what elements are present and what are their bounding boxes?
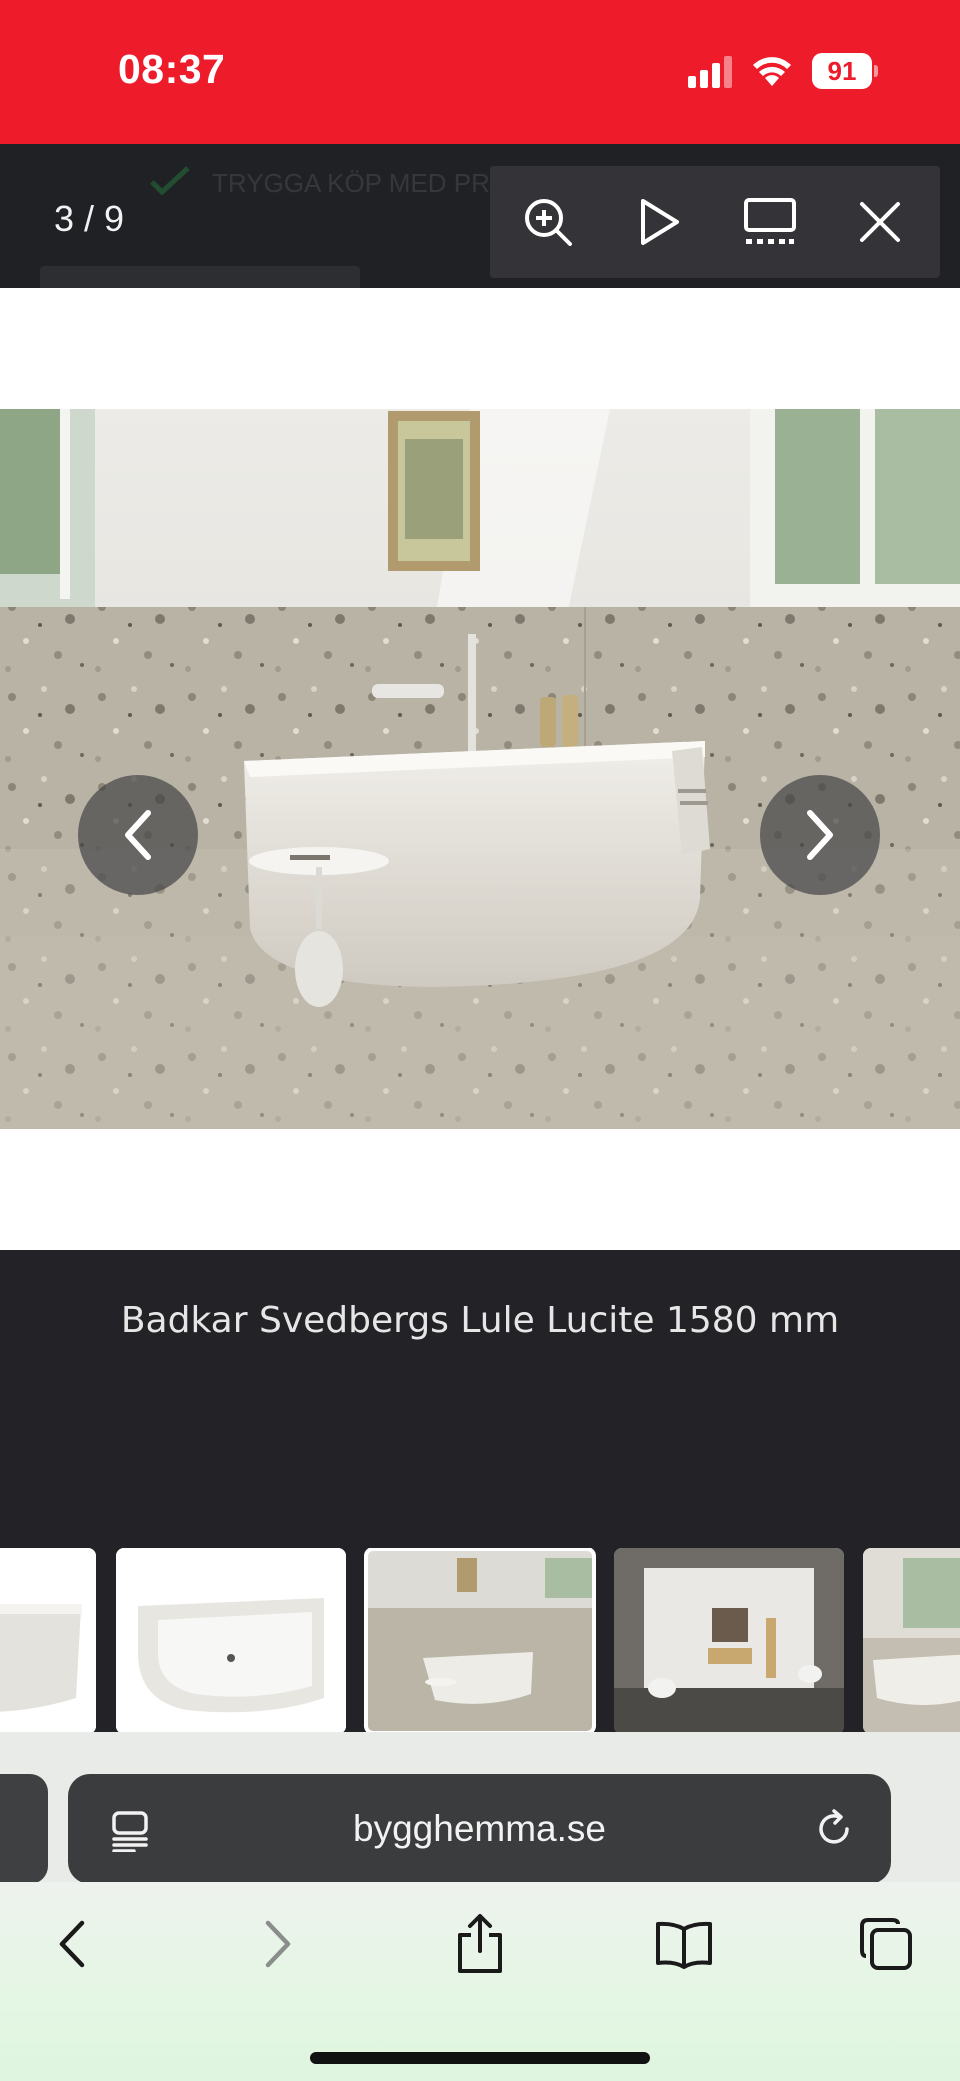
play-icon [641,199,679,245]
previous-tab-preview[interactable] [0,1774,48,1884]
thumbnail-5[interactable] [863,1548,960,1732]
image-stage [0,288,960,1250]
chevron-left-icon [125,810,151,860]
battery-icon: 91 [812,53,878,89]
zoom-in-icon [525,199,572,246]
address-bar[interactable]: bygghemma.se [68,1774,891,1884]
back-button[interactable] [42,1912,102,1976]
underlying-page-logo [40,266,360,288]
thumbnail-1[interactable] [0,1548,96,1732]
wifi-icon [753,57,791,86]
home-indicator [310,2052,650,2064]
forward-button[interactable] [248,1912,308,1976]
url-text: bygghemma.se [353,1808,606,1849]
close-button[interactable] [850,192,910,252]
reload-icon[interactable] [814,1808,856,1850]
battery-level: 91 [827,55,857,86]
cellular-signal-icon [688,56,732,88]
thumbnail-strip [0,1548,960,1732]
status-time: 08:37 [118,46,226,92]
close-icon [860,202,900,242]
thumbnail-2[interactable] [116,1548,346,1732]
thumbnail-3-active[interactable] [364,1548,596,1732]
back-icon [59,1920,85,1968]
chevron-right-icon [807,810,833,860]
bookmarks-icon [656,1921,712,1969]
underlying-page-banner: TRYGGA KÖP MED PR [212,168,490,198]
thumbnails-button[interactable] [740,192,800,252]
tabs-button[interactable] [856,1912,916,1976]
thumbnails-icon [744,198,796,244]
image-counter: 3 / 9 [54,198,125,239]
bookmarks-button[interactable] [654,1912,714,1976]
share-icon [458,1914,502,1973]
status-bar: 08:37 91 [0,0,960,144]
bathtub-photo [0,409,960,1129]
image-caption-area: Badkar Svedbergs Lule Lucite 1580 mm [0,1250,960,1550]
browser-toolbar [0,1882,960,2081]
share-button[interactable] [450,1912,510,1976]
next-image-button[interactable] [760,775,880,895]
zoom-button[interactable] [518,192,578,252]
previous-image-button[interactable] [78,775,198,895]
product-photo[interactable] [0,409,960,1129]
image-caption: Badkar Svedbergs Lule Lucite 1580 mm [120,1300,840,1341]
thumbnail-4[interactable] [614,1548,844,1732]
checkmark-icon [150,166,190,196]
gallery-header: TRYGGA KÖP MED PR 3 / 9 [0,144,960,288]
tabs-icon [860,1918,912,1970]
browser-address-area: bygghemma.se [0,1732,960,1884]
forward-icon [265,1920,291,1968]
slideshow-button[interactable] [630,192,690,252]
gallery-toolbar [490,166,940,278]
